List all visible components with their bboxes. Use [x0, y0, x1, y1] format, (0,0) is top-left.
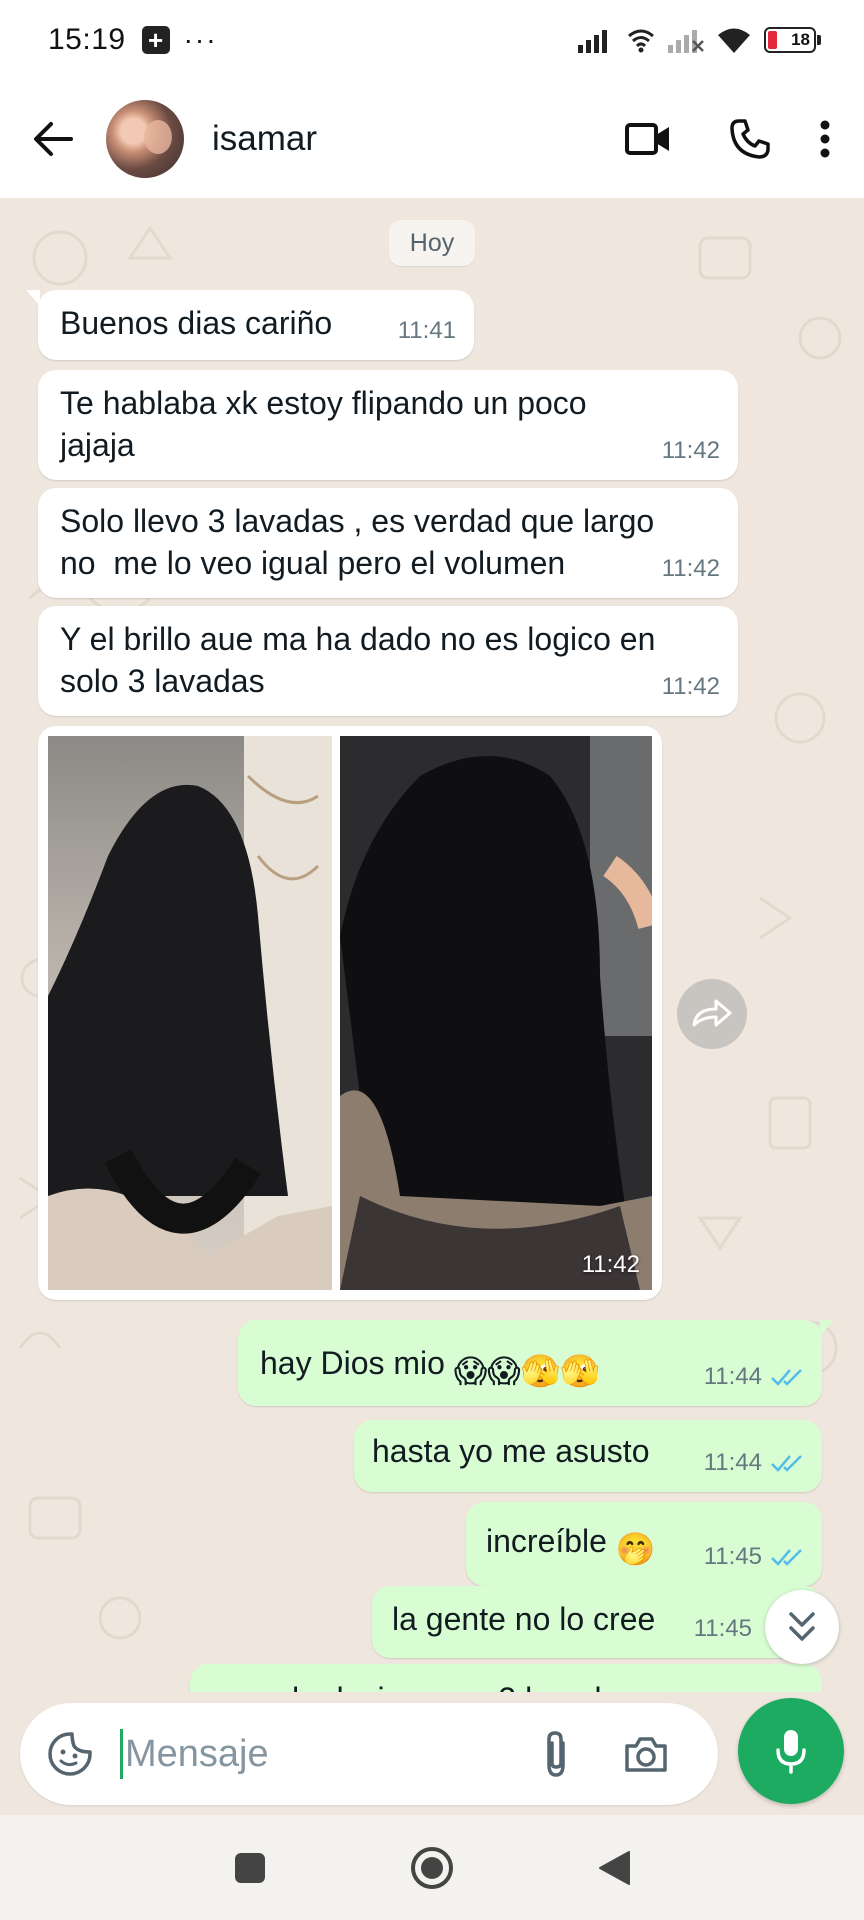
video-call-button[interactable]: [608, 99, 688, 179]
wifi-icon: [718, 28, 750, 53]
back-arrow-icon: [34, 122, 73, 156]
hair-photo-after[interactable]: [340, 736, 652, 1290]
photo-left-image: [48, 736, 332, 1290]
video-camera-icon: [625, 123, 669, 155]
message-text: increíble: [486, 1523, 616, 1559]
outgoing-message[interactable]: cuando decimos en 3 lavadas: [190, 1664, 822, 1692]
read-receipt-icon: [771, 1369, 802, 1386]
message-time: 11:45: [693, 1615, 752, 1642]
sticker-button[interactable]: [40, 1724, 100, 1784]
system-navigation-bar: [0, 1815, 864, 1920]
image-time: 11:42: [581, 1251, 640, 1278]
sticker-icon: [48, 1732, 92, 1776]
back-button[interactable]: [18, 104, 88, 174]
message-text: Solo llevo 3 lavadas , es verdad que lar…: [60, 503, 655, 581]
outgoing-message[interactable]: hay Dios mio 😱😱🫣🫣 11:44: [238, 1320, 834, 1406]
forward-button[interactable]: [677, 979, 747, 1049]
message-time: 11:44: [703, 1449, 762, 1476]
battery-level: 18: [791, 30, 810, 49]
incoming-message[interactable]: Y el brillo aue ma ha dado no es logico …: [38, 606, 738, 716]
header-actions: [586, 99, 864, 179]
composer: [20, 1703, 718, 1805]
outgoing-message[interactable]: hasta yo me asusto 11:44: [354, 1420, 822, 1492]
square-icon: [235, 1852, 265, 1883]
voice-message-button[interactable]: [738, 1698, 844, 1804]
message-text: la gente no lo cree: [392, 1601, 656, 1637]
message-time: 11:42: [661, 673, 720, 700]
incoming-message[interactable]: Te hablaba xk estoy flipando un poco jaj…: [38, 370, 738, 480]
paperclip-icon: [547, 1731, 565, 1777]
message-text: cuando decimos en 3 lavadas: [212, 1678, 635, 1692]
phone-icon: [730, 119, 770, 159]
battery-icon: 18: [764, 27, 821, 53]
message-text: Buenos dias cariño: [60, 305, 333, 341]
hair-photo-before[interactable]: [48, 736, 332, 1290]
message-text: hay Dios mio: [260, 1345, 454, 1381]
recents-button[interactable]: [220, 1838, 280, 1898]
message-time: 11:42: [661, 555, 720, 582]
message-time: 11:42: [661, 437, 720, 464]
home-button[interactable]: [402, 1838, 462, 1898]
read-receipt-icon: [771, 1549, 802, 1566]
emoji-group: 🤭: [615, 1531, 656, 1567]
camera-button[interactable]: [614, 1722, 678, 1786]
more-vert-icon: [820, 120, 830, 158]
message-text: Te hablaba xk estoy flipando un poco jaj…: [60, 385, 587, 463]
message-time: 11:45: [703, 1543, 762, 1570]
attach-button[interactable]: [524, 1722, 588, 1786]
signal-icon: [578, 30, 607, 53]
voice-call-button[interactable]: [710, 99, 790, 179]
message-input[interactable]: [120, 1729, 510, 1779]
message-time: 11:41: [397, 317, 456, 344]
emoji-group: 😱😱🫣🫣: [453, 1353, 601, 1389]
outgoing-message[interactable]: la gente no lo cree 11:45: [372, 1586, 822, 1658]
status-icons: 18: [578, 26, 821, 54]
circle-icon: [411, 1846, 453, 1889]
notification-plus-icon: +: [141, 26, 170, 54]
signal-off-icon: [668, 30, 704, 53]
camera-icon: [625, 1737, 667, 1772]
message-time: 11:44: [703, 1363, 762, 1390]
microphone-icon: [776, 1730, 806, 1774]
menu-button[interactable]: [800, 99, 850, 179]
incoming-message[interactable]: Solo llevo 3 lavadas , es verdad que lar…: [38, 488, 738, 598]
scroll-to-bottom-button[interactable]: [765, 1590, 839, 1664]
more-notifications-icon: ···: [183, 24, 218, 55]
message-text: hasta yo me asusto: [372, 1433, 650, 1469]
chat-area[interactable]: Hoy Buenos dias cariño 11:41 Te hablaba …: [0, 198, 864, 1692]
message-text: Y el brillo aue ma ha dado no es logico …: [60, 621, 656, 699]
outgoing-message[interactable]: increíble 🤭 11:45: [466, 1502, 822, 1586]
wifi-calling-icon: [628, 29, 654, 53]
triangle-back-icon: [599, 1850, 630, 1885]
photo-right-image: [340, 736, 652, 1290]
image-message[interactable]: 11:42: [38, 726, 662, 1300]
date-chip: Hoy: [389, 220, 475, 266]
forward-icon: [692, 999, 732, 1027]
status-bar: 15:19 + ··· 18: [0, 0, 864, 80]
contact-name[interactable]: isamar: [212, 119, 317, 159]
incoming-message[interactable]: Buenos dias cariño 11:41: [26, 290, 474, 360]
double-chevron-down-icon: [789, 1612, 815, 1641]
status-time: 15:19: [48, 23, 126, 56]
chat-header: isamar: [0, 80, 864, 198]
read-receipt-icon: [771, 1455, 802, 1472]
avatar[interactable]: [106, 100, 184, 178]
back-nav-button[interactable]: [584, 1838, 644, 1898]
